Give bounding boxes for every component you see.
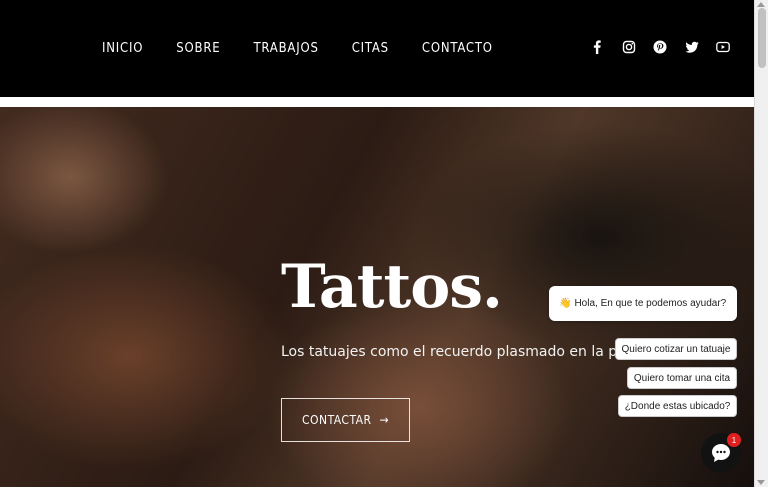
arrow-right-icon: →	[379, 413, 390, 427]
waving-hand-icon: 👋	[559, 298, 572, 309]
chat-option-ubicacion[interactable]: ¿Donde estas ubicado?	[618, 395, 737, 417]
chat-greeting-bubble: 👋 Hola, En que te podemos ayudar?	[549, 286, 737, 321]
scroll-down-icon[interactable]	[757, 480, 765, 485]
nav-item-citas[interactable]: CITAS	[352, 41, 389, 56]
facebook-icon[interactable]	[590, 40, 604, 54]
contact-button[interactable]: CONTACTAR →	[281, 398, 410, 442]
nav-item-sobre[interactable]: SOBRE	[176, 41, 220, 56]
main-nav: INICIO SOBRE TRABAJOS CITAS CONTACTO	[102, 41, 526, 56]
hero-title: Tattos.	[281, 252, 503, 322]
chat-option-cita[interactable]: Quiero tomar una cita	[627, 367, 737, 389]
social-links	[590, 40, 748, 54]
scrollbar-thumb[interactable]	[758, 8, 766, 68]
nav-item-trabajos[interactable]: TRABAJOS	[253, 41, 318, 56]
notification-badge: 1	[727, 433, 741, 447]
twitter-icon[interactable]	[685, 40, 699, 54]
top-navigation-bar: INICIO SOBRE TRABAJOS CITAS CONTACTO	[0, 0, 755, 97]
nav-item-inicio[interactable]: INICIO	[102, 41, 143, 56]
contact-button-label: CONTACTAR	[301, 413, 372, 427]
scroll-up-icon[interactable]	[757, 2, 765, 7]
instagram-icon[interactable]	[622, 40, 636, 54]
chat-greeting-text: Hola, En que te podemos ayudar?	[574, 298, 727, 309]
chat-option-cotizar[interactable]: Quiero cotizar un tatuaje	[615, 338, 737, 360]
nav-item-contacto[interactable]: CONTACTO	[422, 41, 493, 56]
pinterest-icon[interactable]	[653, 40, 667, 54]
hero-subtitle: Los tatuajes como el recuerdo plasmado e…	[281, 344, 638, 360]
youtube-icon[interactable]	[716, 40, 730, 54]
page-scrollbar[interactable]	[754, 0, 768, 487]
